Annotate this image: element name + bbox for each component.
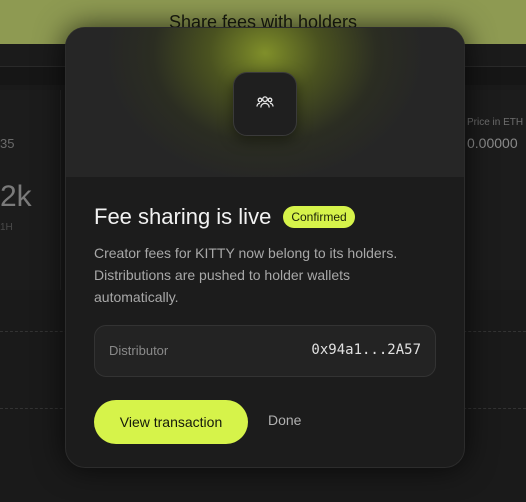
distributor-field[interactable]: Distributor 0x94a1...2A57 [94, 325, 436, 377]
view-transaction-button[interactable]: View transaction [94, 400, 248, 444]
title-row: Fee sharing is live Confirmed [94, 204, 355, 230]
done-button[interactable]: Done [268, 412, 301, 428]
users-icon [256, 95, 274, 114]
background-stat-caption: 1H [0, 222, 13, 233]
status-badge: Confirmed [283, 206, 355, 228]
icon-tile [233, 72, 297, 136]
fee-sharing-modal: Fee sharing is live Confirmed Creator fe… [65, 27, 465, 468]
price-value: 0.00000 [467, 135, 518, 151]
modal-description: Creator fees for KITTY now belong to its… [94, 245, 398, 305]
background-stat-big: 2k [0, 180, 32, 213]
price-label: Price in ETH [467, 117, 524, 128]
distributor-address[interactable]: 0x94a1...2A57 [311, 342, 421, 358]
modal-title: Fee sharing is live [94, 204, 272, 229]
distributor-label: Distributor [109, 343, 169, 358]
background-stat-small: 35 [0, 136, 15, 151]
modal-header-glow [66, 28, 464, 177]
